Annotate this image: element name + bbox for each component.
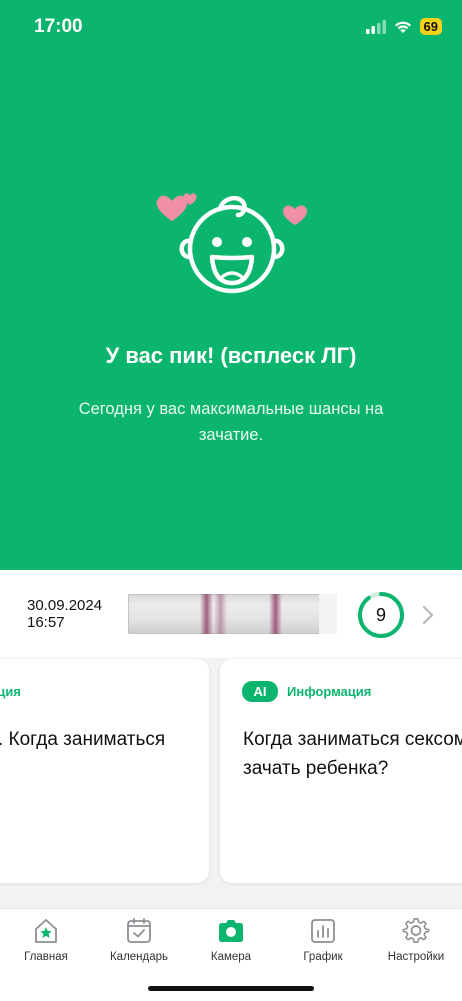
chevron-right-icon[interactable] (421, 604, 435, 626)
hero-description: Сегодня у вас максимальные шансы на зача… (78, 400, 384, 444)
score-value: 9 (375, 605, 386, 625)
gear-icon (402, 918, 430, 943)
test-datetime: 30.09.2024 16:57 (27, 597, 102, 631)
test-strip-image (128, 594, 337, 634)
test-strip-band (200, 594, 213, 634)
card-tag: ация (0, 684, 21, 699)
tab-calendar-label: Календарь (109, 951, 169, 963)
tab-home[interactable]: Главная (0, 917, 92, 973)
test-time: 16:57 (27, 614, 65, 631)
tab-chart-label: График (303, 951, 343, 963)
home-star-icon (35, 919, 57, 943)
article-card[interactable]: AI Информация Когда заниматься сексом за… (220, 659, 462, 883)
card-tag: Информация (287, 684, 372, 699)
tab-camera-label: Камера (210, 951, 252, 963)
tab-settings-label: Настройки (387, 951, 445, 963)
test-date: 30.09.2024 (27, 597, 103, 614)
control-line-band (269, 594, 282, 634)
card-title: Г. Когда заниматься (0, 725, 165, 754)
hero-title: У вас пик! (всплеск ЛГ) (105, 343, 357, 368)
tab-calendar[interactable]: Календарь (93, 917, 185, 973)
article-card[interactable]: ация Г. Когда заниматься (0, 659, 209, 883)
tab-chart[interactable]: График (277, 917, 369, 973)
test-strip-edge (319, 594, 337, 634)
hero-banner: 17:00 69 У вас пик! (всплеск ЛГ) Сегодня… (0, 0, 462, 570)
wifi-icon (394, 21, 411, 33)
calendar-icon (127, 918, 151, 943)
card-title: Когда заниматься сексом зачать ребенка? (243, 725, 462, 783)
status-time: 17:00 (34, 16, 83, 37)
home-indicator (148, 986, 314, 991)
tab-home-label: Главная (24, 951, 68, 963)
cellular-signal-icon (365, 19, 386, 34)
chart-icon (311, 919, 335, 943)
card-title-line: зачать ребенка? (243, 758, 389, 779)
camera-icon (219, 920, 243, 942)
card-title-line: Когда заниматься сексом (243, 729, 462, 750)
tab-camera[interactable]: Камера (185, 917, 277, 973)
baby-face-icon (156, 193, 307, 294)
ai-badge: AI (242, 681, 278, 702)
status-icons: 69 (365, 18, 442, 35)
card-title-line: Г. Когда заниматься (0, 729, 166, 750)
tab-settings[interactable]: Настройки (370, 917, 462, 973)
test-strip-band (214, 594, 227, 634)
battery-indicator: 69 (419, 18, 442, 35)
